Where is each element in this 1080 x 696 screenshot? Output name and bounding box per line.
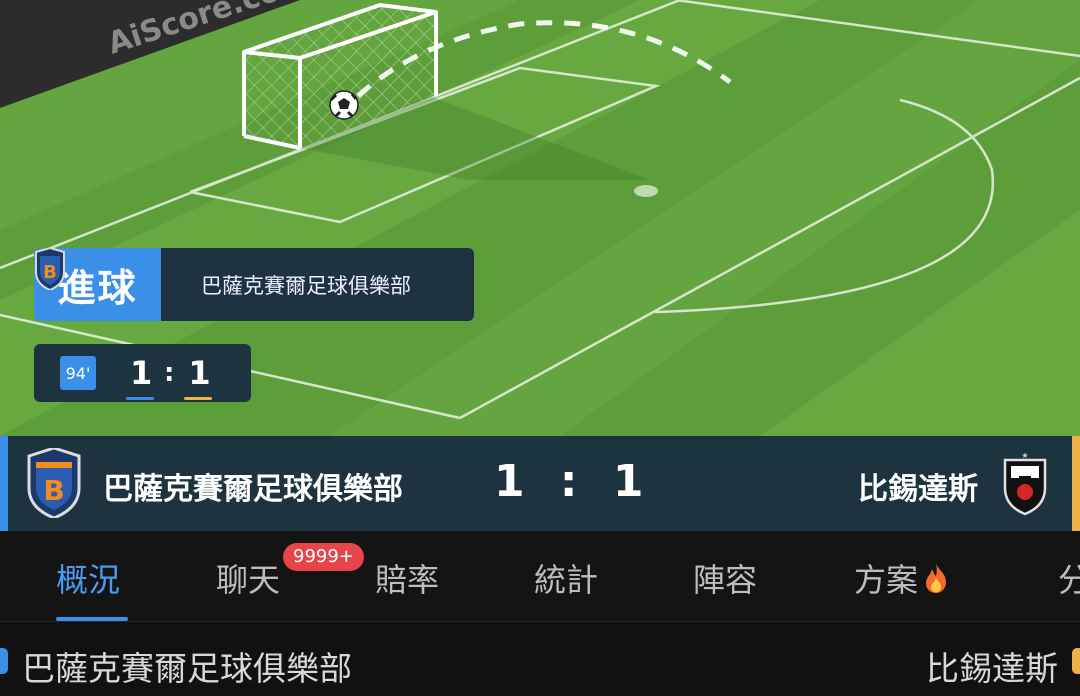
fire-icon [922,562,950,602]
svg-text:B: B [43,262,57,283]
pitch-animation: AiScore.co 進球 B 巴薩克賽爾足球俱樂部 94' 1: 1 [0,0,1080,436]
event-team: B 巴薩克賽爾足球俱樂部 [35,248,474,321]
mini-score: 1 : 1 [126,354,213,400]
home-color-bar [0,436,8,531]
home-team-label: 巴薩克賽爾足球俱樂部 [22,649,352,688]
svg-text:B: B [43,474,64,507]
event-team-name: 巴薩克賽爾足球俱樂部 [201,273,411,298]
match-tabs: 概況 聊天 9999+ 賠率 統計 陣容 方案 分 [0,531,1080,621]
goal-event-card: 進球 B 巴薩克賽爾足球俱樂部 [34,248,474,321]
tab-lineup[interactable]: 陣容 [693,555,757,601]
home-score: 1 [126,354,154,400]
away-team-name[interactable]: 比錫達斯 [858,464,978,508]
match-minute: 94' [60,356,96,390]
away-score: 1 [184,354,213,400]
tab-odds[interactable]: 賠率 [375,555,439,601]
chat-count-badge: 9999+ [283,543,364,571]
away-team-label: 比錫達斯 [926,649,1058,688]
tab-plans-label: 方案 [854,561,919,599]
ball-icon [329,90,359,120]
home-color-marker [0,648,8,674]
team-header-row: 巴薩克賽爾足球俱樂部 比錫達斯 [0,622,1080,696]
tab-plans[interactable]: 方案 [854,555,950,602]
away-color-marker [1072,648,1080,674]
home-crest-icon[interactable]: B [26,446,82,522]
tab-more[interactable]: 分 [1058,555,1080,601]
home-team-name[interactable]: 巴薩克賽爾足球俱樂部 [103,464,403,508]
tab-stats[interactable]: 統計 [534,555,598,601]
tab-chat[interactable]: 聊天 [216,555,280,601]
score-separator: : [164,358,175,388]
away-crest-icon[interactable]: ★ [1000,450,1050,520]
tab-overview[interactable]: 概況 [56,555,120,601]
event-score-card: 94' 1 : 1 [34,344,251,402]
match-score: 1 : 1 [494,456,654,507]
svg-text:★: ★ [1021,451,1028,460]
away-color-bar [1072,436,1080,531]
match-header: B 巴薩克賽爾足球俱樂部 1 : 1 比錫達斯 ★ [0,436,1080,531]
